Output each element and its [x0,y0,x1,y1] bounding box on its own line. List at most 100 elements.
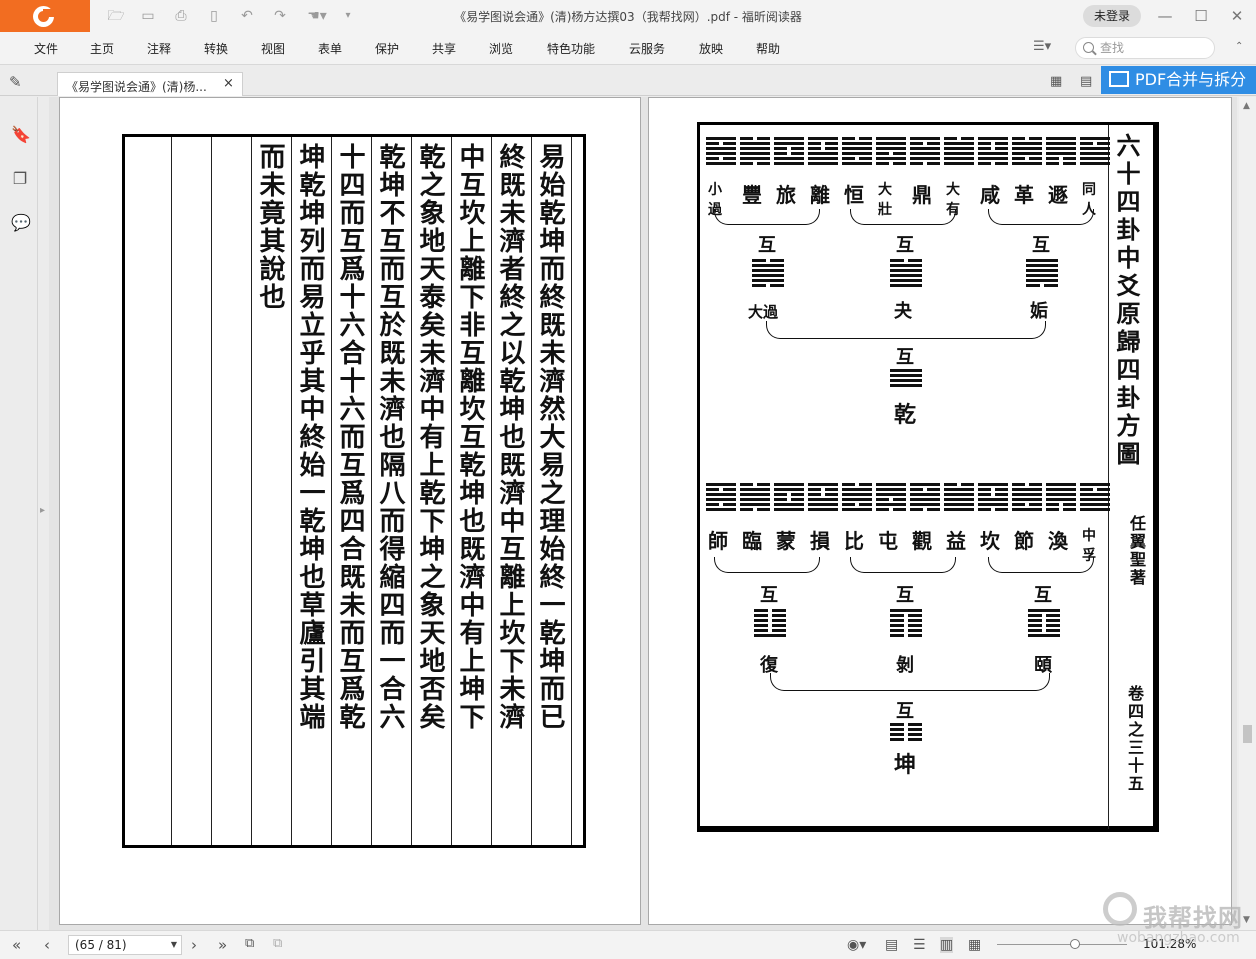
close-tab-icon[interactable]: × [223,76,234,91]
continuous-page-icon[interactable]: ☰ [913,937,926,953]
continuous-facing-icon[interactable]: ▦ [968,937,981,953]
hexagram [808,483,838,513]
hexagram [1012,137,1042,167]
scroll-up-icon[interactable]: ▲ [1243,101,1250,111]
next-page-icon[interactable]: › [191,936,197,954]
page-number-label: (65 / 81) [75,938,127,952]
folio-number: 卷四之三十五 [1125,685,1144,793]
copy-page-icon[interactable]: ⧉ [273,936,282,951]
hexagram [774,137,804,167]
rotate-view-icon[interactable]: ⧉ [245,936,254,951]
close-window-icon[interactable]: ✕ [1222,4,1252,28]
hexagram [774,483,804,513]
hexagram [910,137,940,167]
menu-view[interactable]: 视图 [261,40,285,57]
menu-convert[interactable]: 转换 [204,40,228,57]
result-name: 大過 [748,303,779,321]
hexagram-name: 遯 [1048,183,1068,207]
menu-browse[interactable]: 浏览 [489,40,513,57]
watermark-text: 我帮找网 [1143,904,1243,932]
text-column-6: 十四而互爲十六合十六而互爲四合既未而互爲乾 [335,143,365,731]
last-page-icon[interactable]: » [218,936,227,954]
menu-comment[interactable]: 注释 [147,40,171,57]
bookmark-icon[interactable]: 🔖 [11,125,31,145]
scroll-thumb[interactable] [1243,725,1252,743]
redo-icon[interactable]: ↷ [270,7,290,25]
scan-border: 易始乾坤而終既未濟然大易之理始終一乾坤而已 終既未濟者終之以乾坤也既濟中互離上坎… [122,134,586,848]
search-box[interactable] [1075,37,1215,59]
single-page-icon[interactable]: ▤ [885,937,898,953]
maximize-icon[interactable]: ☐ [1186,4,1216,28]
expand-sidebar-icon[interactable]: ▸ [40,505,45,516]
hu-label: 互 [896,235,914,256]
open-file-icon[interactable]: 🗁 [106,7,126,25]
prev-page-icon[interactable]: ‹ [44,936,50,954]
menu-slideshow[interactable]: 放映 [699,40,723,57]
menu-cloud[interactable]: 云服务 [629,40,665,57]
pages-icon[interactable]: ❐ [11,169,29,189]
grid-view-icon[interactable]: ▦ [1050,75,1066,89]
save-icon[interactable]: ▭ [138,7,158,25]
minimize-icon[interactable]: — [1150,4,1180,28]
hexagram-name: 蒙 [776,529,796,553]
customize-toolbar-icon[interactable]: ▾ [338,7,358,25]
hand-tool-icon[interactable]: ☚▾ [303,7,331,25]
bracket [850,557,956,573]
menu-share[interactable]: 共享 [432,40,456,57]
zoom-slider-knob[interactable] [1070,939,1080,949]
search-input[interactable] [1100,40,1210,56]
hexagram-fu [754,609,786,639]
page-number-select[interactable]: (65 / 81) ▼ [68,935,182,955]
menu-help[interactable]: 帮助 [756,40,780,57]
hexagram [876,483,906,513]
hexagram-name: 革 [1014,183,1034,207]
hexagram-name: 損 [810,529,830,553]
hexagram-name: 臨 [742,529,762,553]
hu-label: 互 [1032,235,1050,256]
text-column-4: 乾之象地天泰矣未濟中有上乾下坤之象天地否矣 [415,143,445,731]
hexagram-name: 渙 [1048,529,1068,553]
document-tab[interactable]: 《易学图说会通》(清)杨... × [57,72,243,96]
edit-pen-icon[interactable]: ✎ [9,73,22,91]
hexagram [740,137,770,167]
menu-protect[interactable]: 保护 [375,40,399,57]
document-viewer[interactable]: 易始乾坤而終既未濟然大易之理始終一乾坤而已 終既未濟者終之以乾坤也既濟中互離上坎… [49,97,1237,930]
hu-label: 互 [1034,585,1052,606]
app-logo[interactable] [0,0,90,32]
login-button[interactable]: 未登录 [1083,5,1141,27]
bracket [988,209,1094,225]
facing-page-icon[interactable]: ▥ [940,937,954,953]
vertical-scrollbar[interactable]: ▲ ▼ [1239,97,1256,930]
dropdown-icon: ▼ [170,940,177,949]
print-icon[interactable]: ⎙ [171,7,191,25]
page-right: 六十四卦中爻原歸四卦方圖 任翼聖著 卷四之三十五 小過豐旅離恒大壯鼎大有咸革遯同… [648,97,1232,925]
hexagram [978,137,1008,167]
menu-home[interactable]: 主页 [90,40,114,57]
pdf-merge-split-button[interactable]: PDF合并与拆分 [1101,66,1256,94]
hu-label: 互 [896,347,914,368]
first-page-icon[interactable]: « [12,936,21,954]
hexagram-name: 恒 [844,183,864,207]
hu-label: 互 [896,701,914,722]
foxit-logo-icon [33,6,54,27]
status-bar: « ‹ (65 / 81) ▼ › » ⧉ ⧉ ◉▾ ▤ ☰ ▥ ▦ 101.28… [0,930,1256,959]
new-file-icon[interactable]: ▯ [204,7,224,25]
hexagram-name: 離 [810,183,830,207]
watermark-logo-icon [1103,892,1137,926]
hexagram-bo [890,609,922,639]
undo-icon[interactable]: ↶ [237,7,257,25]
comments-icon[interactable]: 💬 [11,213,31,233]
hexagram [842,483,872,513]
bracket [770,673,1050,691]
read-mode-icon[interactable]: ◉▾ [847,937,866,953]
menu-form[interactable]: 表单 [318,40,342,57]
ribbon-mode-icon[interactable]: ☰▾ [1033,39,1051,54]
watermark-url: wobangzhao.com [1117,930,1240,946]
page-layout-icon[interactable]: ▤ [1080,75,1096,89]
menu-file[interactable]: 文件 [34,40,58,57]
hexagram [944,483,974,513]
chevron-up-icon[interactable]: ⌃ [1235,41,1243,52]
tab-bar: ✎ 《易学图说会通》(清)杨... × ▦ ▤ PDF合并与拆分 [0,66,1256,96]
menu-features[interactable]: 特色功能 [547,40,595,57]
hexagram-name: 豐 [742,183,762,207]
